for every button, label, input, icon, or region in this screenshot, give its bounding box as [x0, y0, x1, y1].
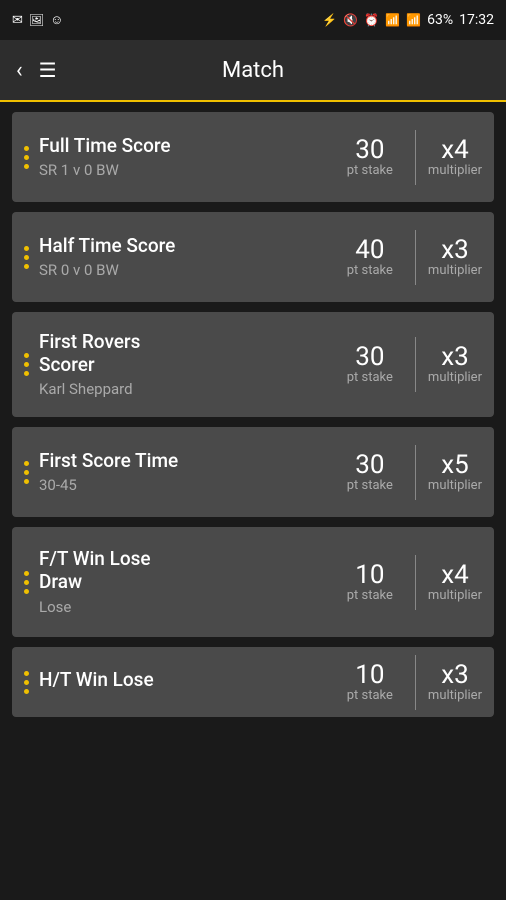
time-label: 17:32 [459, 12, 494, 28]
divider [415, 130, 416, 185]
multiplier-label: multiplier [428, 688, 482, 703]
card-title: Half Time Score [39, 235, 347, 258]
mute-icon: 🔇 [343, 13, 358, 27]
card-subtitle: SR 0 v 0 BW [39, 261, 347, 279]
card-ht-win-lose-draw[interactable]: H/T Win Lose 10 pt stake x3 multiplier [12, 647, 494, 717]
card-info: Half Time Score SR 0 v 0 BW [39, 235, 347, 280]
stake-label: pt stake [347, 163, 393, 178]
card-title: First RoversScorer [39, 331, 347, 377]
battery-label: 63% [427, 12, 453, 28]
divider [415, 337, 416, 392]
stake-value: 10 [355, 562, 384, 588]
card-subtitle: Lose [39, 598, 347, 616]
drag-handle-icon [24, 569, 29, 596]
cards-container: Full Time Score SR 1 v 0 BW 30 pt stake … [0, 102, 506, 727]
stake-value: 30 [355, 344, 384, 370]
multiplier-value: x4 [441, 137, 469, 163]
card-multiplier: x3 multiplier [428, 344, 482, 385]
multiplier-value: x4 [441, 562, 469, 588]
card-info: First Score Time 30-45 [39, 450, 347, 495]
card-first-rovers-scorer[interactable]: First RoversScorer Karl Sheppard 30 pt s… [12, 312, 494, 417]
divider [415, 230, 416, 285]
card-stake: 40 pt stake [347, 237, 393, 278]
stake-value: 30 [355, 452, 384, 478]
stake-value: 10 [355, 662, 384, 688]
card-first-score-time[interactable]: First Score Time 30-45 30 pt stake x5 mu… [12, 427, 494, 517]
divider [415, 445, 416, 500]
card-subtitle: SR 1 v 0 BW [39, 161, 347, 179]
envelope-icon: ✉ [12, 13, 23, 28]
divider [415, 655, 416, 710]
divider [415, 555, 416, 610]
multiplier-value: x3 [441, 662, 469, 688]
card-stake: 30 pt stake [347, 344, 393, 385]
stake-label: pt stake [347, 478, 393, 493]
card-subtitle: Karl Sheppard [39, 380, 347, 398]
card-info: Full Time Score SR 1 v 0 BW [39, 135, 347, 180]
multiplier-label: multiplier [428, 478, 482, 493]
card-title: F/T Win LoseDraw [39, 548, 347, 594]
card-multiplier: x5 multiplier [428, 452, 482, 493]
card-info: H/T Win Lose [39, 669, 347, 696]
image-icon: 🖼 [29, 13, 44, 27]
multiplier-value: x3 [441, 237, 469, 263]
header: ‹ ☰ Match [0, 40, 506, 102]
stake-label: pt stake [347, 370, 393, 385]
stake-label: pt stake [347, 588, 393, 603]
card-full-time-score[interactable]: Full Time Score SR 1 v 0 BW 30 pt stake … [12, 112, 494, 202]
drag-handle-icon [24, 669, 29, 696]
status-bar-left: ✉ 🖼 ☺ [12, 12, 63, 28]
multiplier-value: x5 [441, 452, 469, 478]
card-stake: 30 pt stake [347, 137, 393, 178]
card-multiplier: x3 multiplier [428, 662, 482, 703]
card-stake: 10 pt stake [347, 562, 393, 603]
card-stake: 30 pt stake [347, 452, 393, 493]
bluetooth-icon: ⚡ [322, 13, 337, 27]
card-multiplier: x4 multiplier [428, 562, 482, 603]
multiplier-label: multiplier [428, 370, 482, 385]
page-title: Match [222, 58, 284, 83]
stake-label: pt stake [347, 263, 393, 278]
menu-button[interactable]: ☰ [39, 58, 57, 82]
back-button[interactable]: ‹ [16, 58, 23, 83]
signal-icon: 📶 [406, 13, 421, 27]
multiplier-value: x3 [441, 344, 469, 370]
drag-handle-icon [24, 459, 29, 486]
card-half-time-score[interactable]: Half Time Score SR 0 v 0 BW 40 pt stake … [12, 212, 494, 302]
card-title: H/T Win Lose [39, 669, 347, 692]
card-info: First RoversScorer Karl Sheppard [39, 331, 347, 399]
stake-label: pt stake [347, 688, 393, 703]
multiplier-label: multiplier [428, 163, 482, 178]
multiplier-label: multiplier [428, 263, 482, 278]
card-ft-win-lose-draw[interactable]: F/T Win LoseDraw Lose 10 pt stake x4 mul… [12, 527, 494, 637]
drag-handle-icon [24, 244, 29, 271]
card-stake: 10 pt stake [347, 662, 393, 703]
card-title: Full Time Score [39, 135, 347, 158]
multiplier-label: multiplier [428, 588, 482, 603]
card-title: First Score Time [39, 450, 347, 473]
status-bar-right: ⚡ 🔇 ⏰ 📶 📶 63% 17:32 [322, 12, 494, 28]
card-subtitle: 30-45 [39, 476, 347, 494]
drag-handle-icon [24, 144, 29, 171]
stake-value: 40 [355, 237, 384, 263]
card-info: F/T Win LoseDraw Lose [39, 548, 347, 616]
card-multiplier: x3 multiplier [428, 237, 482, 278]
drag-handle-icon [24, 351, 29, 378]
alarm-icon: ⏰ [364, 13, 379, 27]
stake-value: 30 [355, 137, 384, 163]
wifi-icon: 📶 [385, 13, 400, 27]
card-multiplier: x4 multiplier [428, 137, 482, 178]
status-bar: ✉ 🖼 ☺ ⚡ 🔇 ⏰ 📶 📶 63% 17:32 [0, 0, 506, 40]
face-icon: ☺ [50, 12, 63, 28]
